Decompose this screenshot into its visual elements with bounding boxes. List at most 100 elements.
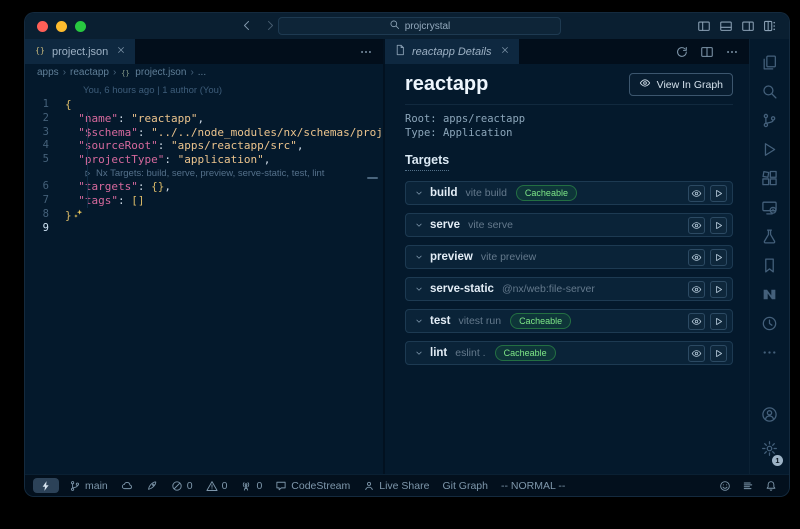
target-row-lint[interactable]: linteslint .Cacheable (405, 341, 733, 365)
git-blame-annotation[interactable]: You, 6 hours ago | 1 author (You) (83, 84, 383, 97)
view-target-button[interactable] (688, 281, 705, 298)
target-row-serve-static[interactable]: serve-static@nx/web:file-server (405, 277, 733, 301)
activity-bar-item-search[interactable] (750, 77, 789, 106)
close-icon[interactable] (500, 45, 510, 58)
target-row-test[interactable]: testvitest runCacheable (405, 309, 733, 333)
status-item-label: CodeStream (291, 480, 350, 492)
run-target-button[interactable] (710, 249, 727, 266)
target-row-serve[interactable]: servevite serve (405, 213, 733, 237)
status-item-git-branch[interactable]: main (69, 480, 108, 492)
arrow-left-icon[interactable] (240, 19, 253, 32)
chevron-down-icon[interactable] (414, 220, 424, 230)
panel-right-icon[interactable] (741, 19, 755, 33)
minimize-window-button[interactable] (56, 21, 67, 32)
code-editor[interactable]: You, 6 hours ago | 1 author (You) 1{2 "n… (25, 81, 383, 474)
run-target-button[interactable] (710, 217, 727, 234)
activity-bar-item-more[interactable] (750, 338, 789, 367)
status-item-codestream[interactable]: CodeStream (275, 480, 350, 492)
tab-reactapp-details[interactable]: reactapp Details (385, 39, 519, 64)
tab-project-json[interactable]: {} project.json (25, 39, 135, 64)
status-item-ports-count[interactable]: 0 (240, 480, 262, 492)
chevron-down-icon[interactable] (414, 252, 424, 262)
run-target-button[interactable] (710, 313, 727, 330)
activity-bar-item-files[interactable] (750, 48, 789, 77)
files-icon (761, 54, 778, 71)
cacheable-badge: Cacheable (510, 313, 571, 329)
view-in-graph-button[interactable]: View In Graph (629, 73, 733, 96)
play-icon (713, 188, 724, 199)
activity-bar-item-remote-explorer[interactable] (750, 193, 789, 222)
search-icon (389, 19, 400, 33)
target-name: lint (430, 347, 447, 359)
target-actions (688, 281, 727, 298)
editor-actions-left (359, 39, 383, 64)
code-line: 8} (25, 208, 383, 222)
activity-bar-bottom: 1 (761, 406, 778, 462)
layout-icon[interactable] (763, 19, 777, 33)
target-row-preview[interactable]: previewvite preview (405, 245, 733, 269)
run-target-button[interactable] (710, 185, 727, 202)
activity-bar-item-nx-console[interactable] (750, 280, 789, 309)
view-target-button[interactable] (688, 249, 705, 266)
chevron-down-icon[interactable] (414, 316, 424, 326)
breadcrumb-item[interactable]: ... (198, 67, 206, 78)
close-icon (116, 45, 126, 55)
activity-bar: 1 (749, 39, 789, 474)
view-target-button[interactable] (688, 185, 705, 202)
activity-bar-item-bookmark[interactable] (750, 251, 789, 280)
command-center-search[interactable]: projcrystal (278, 17, 561, 35)
status-item-label: 0 (222, 480, 228, 492)
chevron-down-icon[interactable] (414, 188, 424, 198)
nx-targets-code-lens[interactable]: Nx Targets: build, serve, preview, serve… (83, 167, 383, 181)
divider (405, 104, 733, 105)
file-icon (394, 44, 406, 59)
chevron-down-icon[interactable] (414, 284, 424, 294)
panel-left-icon[interactable] (697, 19, 711, 33)
activity-bar-item-extensions[interactable] (750, 164, 789, 193)
status-item-rocket-extension[interactable] (146, 480, 158, 492)
status-item-live-share[interactable]: Live Share (363, 480, 429, 492)
status-item-warnings-count[interactable]: 0 (206, 480, 228, 492)
status-item-git-graph[interactable]: Git Graph (442, 480, 488, 492)
chevron-down-icon[interactable] (414, 348, 424, 358)
activity-bar-item-source-control[interactable] (750, 106, 789, 135)
activity-bar-item-run-debug[interactable] (750, 135, 789, 164)
split-editor-icon[interactable] (700, 45, 714, 59)
view-target-button[interactable] (688, 313, 705, 330)
zoom-window-button[interactable] (75, 21, 86, 32)
more-icon[interactable] (359, 45, 373, 59)
activity-bar-item-gear[interactable]: 1 (761, 440, 778, 462)
arrow-right-icon[interactable] (264, 19, 277, 32)
run-target-button[interactable] (710, 281, 727, 298)
status-item-notifications[interactable] (765, 480, 777, 492)
status-item-formatter[interactable] (742, 480, 754, 492)
view-target-button[interactable] (688, 345, 705, 362)
status-bar-right (708, 480, 777, 492)
view-target-button[interactable] (688, 217, 705, 234)
breadcrumb-item[interactable]: project.json (135, 67, 186, 78)
svg-text:{}: {} (121, 68, 130, 77)
code-text: "$schema": "../../node_modules/nx/schema… (65, 126, 383, 140)
tab-label: reactapp Details (412, 46, 492, 58)
close-icon[interactable] (116, 45, 126, 58)
target-name: preview (430, 251, 473, 263)
breadcrumb-separator: › (63, 67, 66, 78)
run-target-button[interactable] (710, 345, 727, 362)
refresh-icon[interactable] (675, 45, 689, 59)
panel-bottom-icon[interactable] (719, 19, 733, 33)
macos-window-controls (37, 21, 86, 32)
status-item-feedback[interactable] (719, 480, 731, 492)
status-item-remote-indicator[interactable] (33, 478, 59, 493)
close-window-button[interactable] (37, 21, 48, 32)
breadcrumb-item[interactable]: apps (37, 67, 59, 78)
breadcrumb-item[interactable]: reactapp (70, 67, 109, 78)
activity-bar-item-testing-beaker[interactable] (750, 222, 789, 251)
activity-bar-item-clock[interactable] (750, 309, 789, 338)
more-icon[interactable] (725, 45, 739, 59)
status-item-errors-count[interactable]: 0 (171, 480, 193, 492)
target-actions (688, 345, 727, 362)
status-item-vim-mode[interactable]: -- NORMAL -- (501, 480, 565, 492)
status-item-sync-status[interactable] (121, 480, 133, 492)
activity-bar-item-account[interactable] (761, 406, 778, 428)
target-row-build[interactable]: buildvite buildCacheable (405, 181, 733, 205)
